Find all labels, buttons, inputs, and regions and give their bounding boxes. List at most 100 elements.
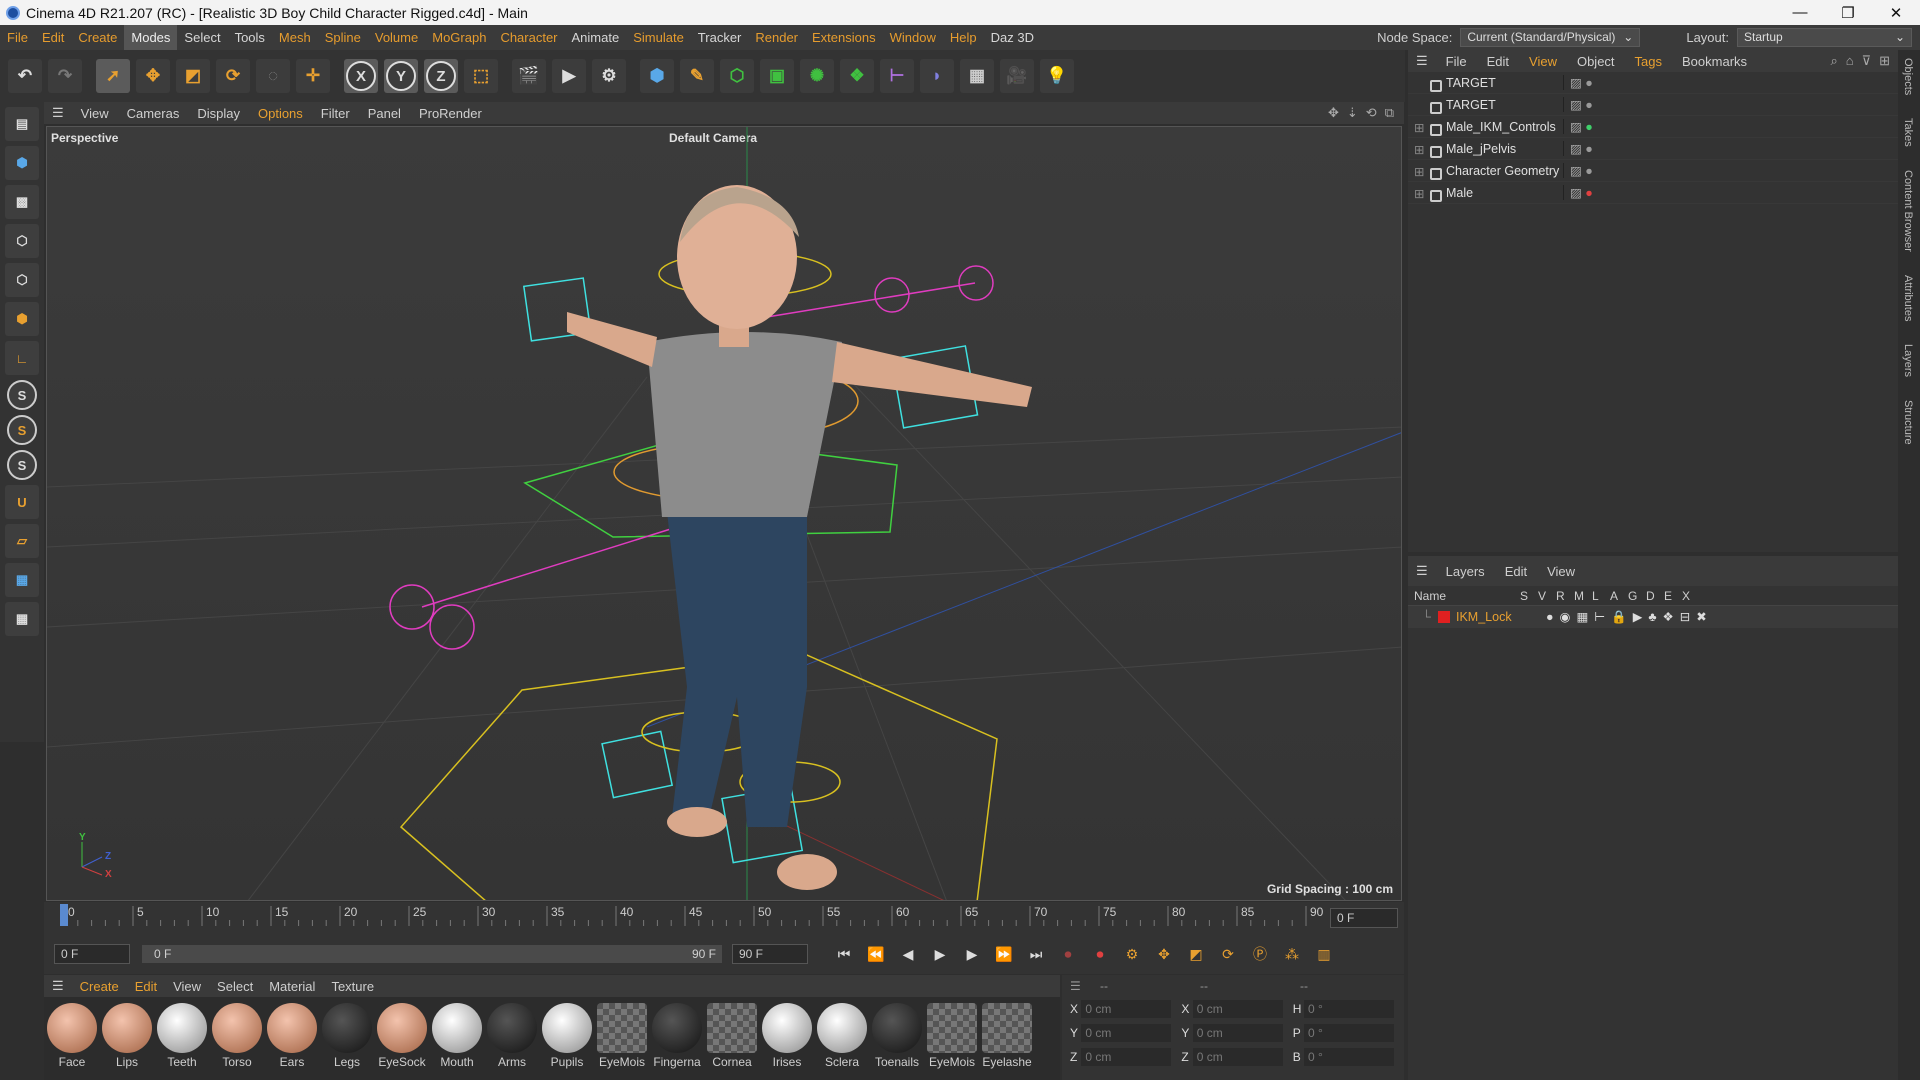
object-flags[interactable]: ▨ ●	[1563, 75, 1603, 90]
coords-value-field[interactable]: 0 °	[1304, 1024, 1395, 1042]
material-menu-view[interactable]: View	[165, 979, 209, 994]
object-name-cell[interactable]: ⊞ Male_IKM_Controls	[1408, 120, 1563, 136]
object-name-cell[interactable]: ⊞ Male_jPelvis	[1408, 142, 1563, 158]
layers-view-menu[interactable]: View	[1537, 564, 1585, 579]
filter-icon[interactable]: ⊽	[1862, 53, 1872, 69]
material-menu-select[interactable]: Select	[209, 979, 261, 994]
viewport-menu-prorender[interactable]: ProRender	[410, 106, 491, 121]
side-tab-takes[interactable]: Takes	[1902, 118, 1914, 147]
scale-icon[interactable]: ◩	[176, 59, 210, 93]
material-item[interactable]: EyeSock	[376, 1003, 428, 1074]
menu-tools[interactable]: Tools	[228, 25, 272, 50]
layers-menu[interactable]: Layers	[1436, 564, 1495, 579]
keyframe-selection-icon[interactable]: ⚙	[1119, 941, 1145, 967]
menu-extensions[interactable]: Extensions	[805, 25, 883, 50]
make-editable-icon[interactable]: ▤	[5, 107, 39, 141]
extrude-icon[interactable]: ▣	[760, 59, 794, 93]
camera-icon[interactable]: 🎥	[1000, 59, 1034, 93]
maximize-view-icon[interactable]: ⧉	[1385, 105, 1394, 121]
viewport-menu-view[interactable]: View	[72, 106, 118, 121]
new-window-icon[interactable]: ⊞	[1879, 53, 1890, 69]
cube-icon[interactable]: ⬢	[640, 59, 674, 93]
next-frame-icon[interactable]: ▶	[959, 941, 985, 967]
material-item[interactable]: Cornea	[706, 1003, 758, 1074]
object-menu-view[interactable]: View	[1519, 54, 1567, 69]
maximize-button[interactable]: ❐	[1824, 4, 1872, 22]
object-menu-tags[interactable]: Tags	[1625, 54, 1672, 69]
layer-name[interactable]: IKM_Lock	[1456, 610, 1546, 624]
grid-icon[interactable]: ▦	[5, 563, 39, 597]
coordinate-system-icon[interactable]: ⬚	[464, 59, 498, 93]
object-row[interactable]: ⊞ Male ▨ ●	[1408, 182, 1898, 204]
coords-value-field[interactable]: 0 cm	[1081, 1048, 1172, 1066]
record-keys-icon[interactable]: ⏺	[1055, 941, 1081, 967]
go-to-start-icon[interactable]: ⏮	[831, 941, 857, 967]
visibility-dot-icon[interactable]: ●	[1585, 142, 1593, 156]
menu-simulate[interactable]: Simulate	[626, 25, 691, 50]
select-arrow-icon[interactable]: ➚	[96, 59, 130, 93]
previous-key-icon[interactable]: ⏪	[863, 941, 889, 967]
y-axis-icon[interactable]: Y	[384, 59, 418, 93]
layer-flags[interactable]: ●◉▦⊢🔒▶♣❖⊟✖	[1546, 609, 1713, 625]
render-settings-icon[interactable]: ⚙	[592, 59, 626, 93]
object-name[interactable]: TARGET	[1446, 98, 1496, 112]
hamburger-icon[interactable]: ☰	[1408, 563, 1436, 579]
edit-tag-icon[interactable]: ▨	[1570, 142, 1585, 156]
key-parameter-icon[interactable]: Ⓟ	[1247, 941, 1273, 967]
menu-spline[interactable]: Spline	[318, 25, 368, 50]
object-menu-object[interactable]: Object	[1567, 54, 1625, 69]
coords-value-field[interactable]: 0 °	[1304, 1000, 1395, 1018]
expand-icon[interactable]: ⊞	[1414, 120, 1424, 135]
edit-tag-icon[interactable]: ▨	[1570, 120, 1585, 134]
coords-value-field[interactable]: 0 cm	[1192, 1024, 1283, 1042]
menu-daz-3d[interactable]: Daz 3D	[984, 25, 1041, 50]
array-icon[interactable]: ❖	[840, 59, 874, 93]
key-pla-icon[interactable]: ⁂	[1279, 941, 1305, 967]
pen-icon[interactable]: ✎	[680, 59, 714, 93]
minimize-button[interactable]: —	[1776, 4, 1824, 22]
hamburger-icon[interactable]: ☰	[1070, 979, 1100, 993]
playhead[interactable]	[60, 904, 68, 926]
object-name-cell[interactable]: TARGET	[1408, 98, 1563, 114]
material-item[interactable]: Mouth	[431, 1003, 483, 1074]
viewport-menu-filter[interactable]: Filter	[312, 106, 359, 121]
key-rotation-icon[interactable]: ⟳	[1215, 941, 1241, 967]
light-icon[interactable]: 💡	[1040, 59, 1074, 93]
material-item[interactable]: Teeth	[156, 1003, 208, 1074]
menu-character[interactable]: Character	[493, 25, 564, 50]
layers-edit-menu[interactable]: Edit	[1495, 564, 1537, 579]
material-item[interactable]: Pupils	[541, 1003, 593, 1074]
polygon-mode-icon[interactable]: ⬢	[5, 302, 39, 336]
workplane-icon[interactable]: ▱	[5, 524, 39, 558]
render-view-icon[interactable]: 🎬	[512, 59, 546, 93]
menu-create[interactable]: Create	[71, 25, 124, 50]
locked-workplane-icon[interactable]: ▦	[5, 602, 39, 636]
viewport-menu-cameras[interactable]: Cameras	[118, 106, 189, 121]
snap-settings-icon[interactable]: S	[7, 415, 37, 445]
key-position-icon[interactable]: ✥	[1151, 941, 1177, 967]
search-icon[interactable]: ⌕	[1830, 53, 1837, 69]
range-slider[interactable]: 0 F 90 F	[142, 945, 722, 963]
deformer-icon[interactable]: ◗	[920, 59, 954, 93]
menu-render[interactable]: Render	[748, 25, 805, 50]
material-menu-create[interactable]: Create	[72, 979, 127, 994]
material-item[interactable]: EyeMois	[596, 1003, 648, 1074]
snap-icon[interactable]: S	[7, 380, 37, 410]
world-axis-icon[interactable]: ✛	[296, 59, 330, 93]
coords-value-field[interactable]: 0 cm	[1192, 1048, 1283, 1066]
menu-animate[interactable]: Animate	[565, 25, 627, 50]
autokey-icon[interactable]: ⏺	[1087, 941, 1113, 967]
rotate-icon[interactable]: ⟳	[216, 59, 250, 93]
next-key-icon[interactable]: ⏩	[991, 941, 1017, 967]
material-item[interactable]: Torso	[211, 1003, 263, 1074]
axis-mode-icon[interactable]: ∟	[5, 341, 39, 375]
menu-select[interactable]: Select	[177, 25, 227, 50]
layer-row[interactable]: └ IKM_Lock ●◉▦⊢🔒▶♣❖⊟✖	[1408, 606, 1898, 628]
coords-value-field[interactable]: 0 cm	[1192, 1000, 1283, 1018]
edit-tag-icon[interactable]: ▨	[1570, 164, 1585, 178]
object-row[interactable]: ⊞ Male_IKM_Controls ▨ ●	[1408, 116, 1898, 138]
object-name[interactable]: Male	[1446, 186, 1473, 200]
menu-mograph[interactable]: MoGraph	[425, 25, 493, 50]
object-name-cell[interactable]: ⊞ Male	[1408, 186, 1563, 202]
menu-tracker[interactable]: Tracker	[691, 25, 749, 50]
